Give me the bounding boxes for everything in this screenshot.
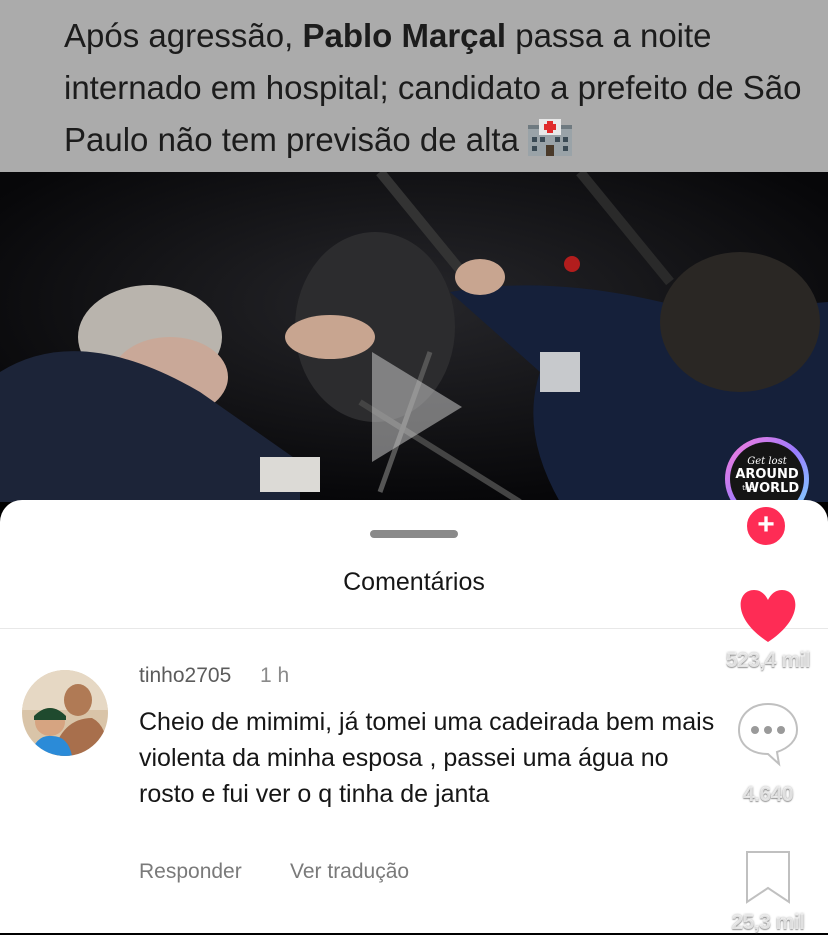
reply-button[interactable]: Responder [139, 860, 242, 884]
comment-button[interactable]: 4.640 [720, 700, 816, 807]
caption-name: Pablo Marçal [302, 17, 507, 54]
commenter-avatar[interactable] [22, 670, 108, 756]
avatar-text-line1: Get lost [747, 456, 787, 467]
comment-text: Cheio de mimimi, já tomei uma cadeirada … [139, 708, 715, 808]
comment-timestamp: 1 h [260, 664, 290, 687]
video-caption: Após agressão, Pablo Marçal passa a noit… [64, 10, 804, 166]
translate-button[interactable]: Ver tradução [290, 860, 409, 884]
caption-band: Após agressão, Pablo Marçal passa a noit… [0, 0, 828, 172]
avatar-text-line2: AROUND [735, 467, 799, 482]
like-button[interactable]: 523,4 mil [720, 588, 816, 673]
bookmark-icon [746, 851, 790, 904]
like-count: 523,4 mil [725, 649, 811, 672]
comments-title: Comentários [343, 568, 485, 596]
sheet-drag-handle[interactable] [370, 530, 458, 538]
follow-button[interactable]: + [744, 504, 788, 548]
comments-sheet: Comentários tinho2705 1 h Cheio de mimim… [0, 500, 828, 933]
heart-icon [740, 590, 796, 642]
caption-prefix: Após agressão, [64, 17, 303, 54]
save-count: 25,3 mil [731, 911, 805, 934]
save-button[interactable]: 25,3 mil [720, 848, 816, 935]
comment-count: 4.640 [742, 783, 794, 806]
comment-username[interactable]: tinho2705 [139, 664, 231, 688]
hospital-icon [527, 119, 572, 156]
play-icon[interactable] [372, 352, 462, 462]
avatar-text-line4: WORLD [745, 481, 800, 496]
comment-bubble-icon [737, 702, 799, 767]
divider [0, 628, 828, 629]
